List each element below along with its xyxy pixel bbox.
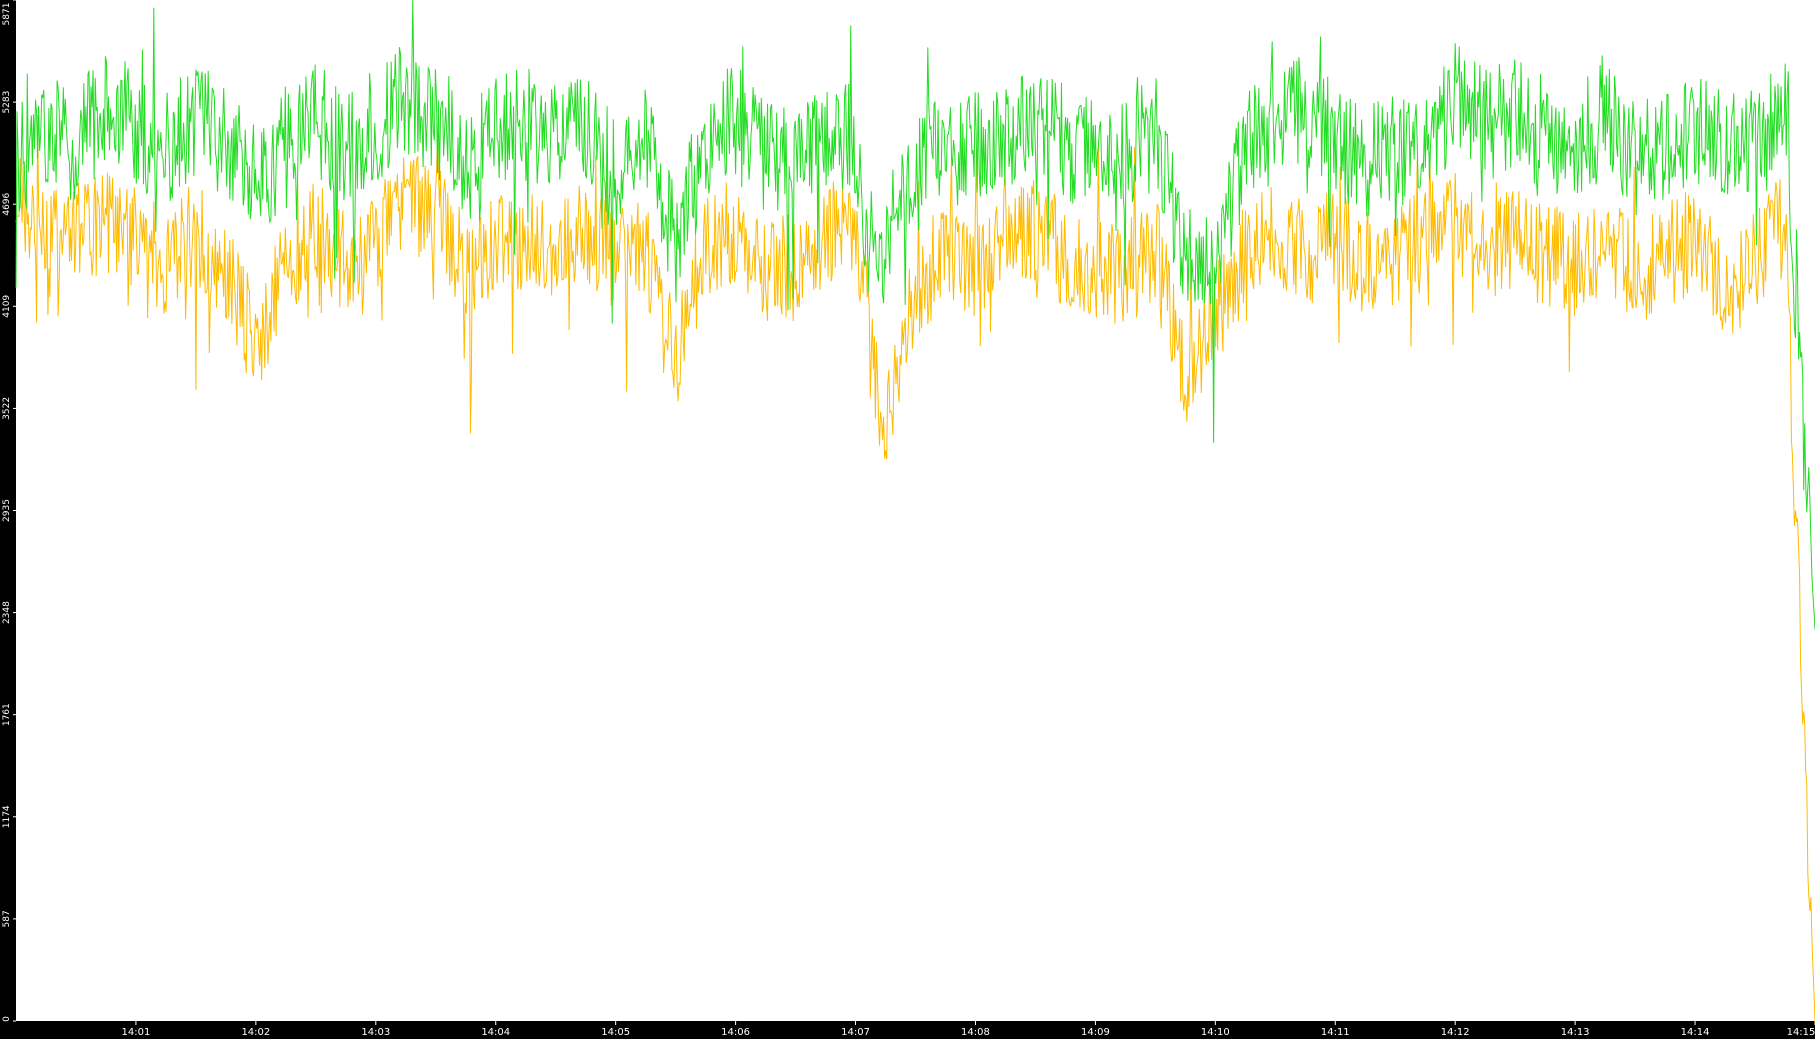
x-tick-label: 14:01 bbox=[122, 1027, 151, 1038]
x-tick-label: 14:13 bbox=[1561, 1027, 1590, 1038]
x-tick-label: 14:15 bbox=[1787, 1027, 1815, 1038]
x-tick-label: 14:12 bbox=[1441, 1027, 1470, 1038]
y-tick-label: 0 bbox=[2, 1016, 12, 1022]
y-tick-label: 3522 bbox=[2, 397, 12, 420]
y-tick-label: 1761 bbox=[2, 703, 12, 726]
y-tick-label: 2935 bbox=[2, 499, 12, 522]
x-tick-label: 14:10 bbox=[1201, 1027, 1230, 1038]
x-tick-label: 14:14 bbox=[1681, 1027, 1710, 1038]
x-tick-label: 14:06 bbox=[721, 1027, 750, 1038]
x-tick-label: 14:09 bbox=[1081, 1027, 1110, 1038]
y-tick-label: 4109 bbox=[2, 295, 12, 318]
x-tick-label: 14:05 bbox=[601, 1027, 630, 1038]
x-tick-label: 14:11 bbox=[1321, 1027, 1350, 1038]
y-tick-label: 4696 bbox=[2, 192, 12, 215]
y-tick-label: 2348 bbox=[2, 601, 12, 624]
y-tick-label: 5871 bbox=[2, 3, 12, 26]
y-tick-label: 1174 bbox=[2, 805, 12, 828]
x-tick-label: 14:08 bbox=[961, 1027, 990, 1038]
y-tick-label: 587 bbox=[2, 910, 12, 927]
x-tick-label: 14:04 bbox=[481, 1027, 510, 1038]
x-tick-label: 14:07 bbox=[841, 1027, 870, 1038]
x-tick-label: 14:03 bbox=[361, 1027, 390, 1038]
chart: 0 587 1174 1761 2348 2935 3522 4109 4696 5283 5871… bbox=[0, 0, 1815, 1039]
y-tick-label: 5283 bbox=[2, 91, 12, 114]
x-tick-label: 14:02 bbox=[241, 1027, 270, 1038]
